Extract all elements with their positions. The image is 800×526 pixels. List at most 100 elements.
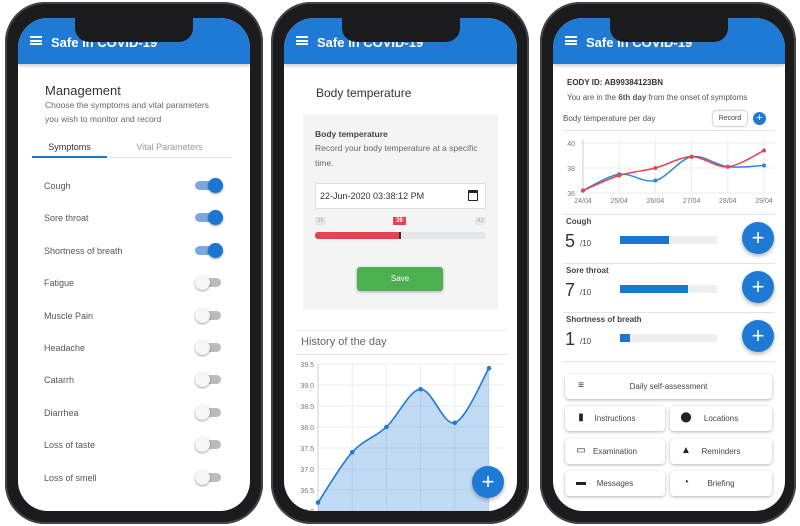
- symptom-score: 1: [565, 329, 576, 349]
- series-line: [582, 149, 765, 192]
- page-title: Management: [45, 83, 121, 98]
- symptom-label: Loss of smell: [44, 472, 97, 483]
- symptom-name: Sore throat: [566, 266, 609, 275]
- temperature-slider[interactable]: [315, 232, 486, 239]
- onset-prefix: You are in the: [567, 93, 619, 102]
- eody-id: EODY ID: AB99384123BN: [567, 78, 663, 87]
- symptom-toggle[interactable]: [195, 275, 223, 291]
- toggle-knob: [208, 242, 223, 258]
- button-label: Daily self-assessment: [629, 382, 708, 391]
- datetime-input[interactable]: 22-Jun-2020 03:38:12 PM: [315, 183, 486, 209]
- temperature-per-day-chart: 40 38 3624/04 25/04 26/04 27/04 28/04 29/04: [567, 139, 775, 205]
- data-point: [315, 500, 321, 505]
- page-title: Body temperature: [316, 86, 412, 100]
- tab-label: Symptoms: [48, 142, 91, 152]
- severity-bar-fill: [620, 285, 688, 293]
- data-point: [418, 386, 423, 392]
- symptom-toggle[interactable]: [195, 210, 223, 226]
- data-point: [452, 420, 458, 426]
- y-tick-label: 37.0: [300, 467, 314, 474]
- x-tick-label: 25/04: [610, 198, 628, 205]
- symptom-label: Diarrhea: [44, 407, 79, 418]
- add-symptom-record-button[interactable]: +: [742, 222, 774, 254]
- add-symptom-record-button[interactable]: +: [742, 271, 774, 303]
- page-description-2: you wish to monitor and record: [45, 114, 162, 124]
- onset-suffix: from the onset of symptoms: [646, 93, 748, 102]
- button-label: Messages: [596, 479, 634, 488]
- button-label: Examination: [592, 447, 638, 456]
- y-tick-label: 40: [567, 141, 575, 148]
- symptom-toggle[interactable]: [195, 437, 223, 453]
- screen-management: Safe in COVID-19 Management Choose the s…: [18, 18, 250, 511]
- severity-bar: [620, 334, 717, 342]
- symptom-toggle[interactable]: [195, 242, 223, 258]
- toggle-knob: [195, 404, 210, 420]
- data-point: [725, 164, 730, 169]
- hamburger-menu-icon[interactable]: [30, 36, 42, 45]
- card-description: Record your body temperature at a specif…: [315, 143, 478, 153]
- briefing-button[interactable]: ◔ Briefing: [670, 471, 772, 496]
- divider: [563, 361, 775, 362]
- phone-notch: [610, 18, 728, 42]
- phone-frame-management: Safe in COVID-19 Management Choose the s…: [5, 2, 263, 524]
- data-point: [762, 163, 766, 168]
- reminders-button[interactable]: ▲ Reminders: [670, 439, 772, 464]
- tab-label: Vital Parameters: [136, 142, 203, 152]
- button-label: Locations: [703, 414, 739, 423]
- button-label: Briefing: [707, 479, 735, 488]
- severity-bar: [620, 285, 717, 293]
- toggle-knob: [195, 372, 210, 388]
- chart-title: Body temperature per day: [563, 114, 656, 123]
- phone-frame-temperature: Safe in COVID-19 Body temperature Body t…: [271, 2, 529, 524]
- datetime-value: 22-Jun-2020 03:38:12 PM: [320, 191, 425, 201]
- hamburger-menu-icon[interactable]: [565, 36, 577, 45]
- symptom-score-max: /10: [580, 337, 592, 346]
- messages-button[interactable]: ▬ Messages: [565, 471, 665, 496]
- button-label: Reminders: [701, 447, 741, 456]
- divider: [563, 214, 775, 215]
- onset-day: 6th day: [618, 93, 647, 102]
- x-tick-label: 28/04: [719, 198, 737, 205]
- symptom-label: Catarrh: [44, 375, 75, 386]
- tab-symptoms[interactable]: Symptoms: [32, 142, 107, 158]
- slider-min-label: 36: [315, 217, 326, 225]
- tab-vital-parameters[interactable]: Vital Parameters: [107, 142, 232, 158]
- symptom-toggle[interactable]: [195, 469, 223, 485]
- card-title: Body temperature: [315, 129, 388, 139]
- symptom-name: Cough: [566, 217, 592, 226]
- symptom-toggle[interactable]: [195, 178, 223, 193]
- slider-max-label: 42: [475, 217, 486, 225]
- divider: [296, 354, 507, 355]
- x-tick-label: 26/04: [647, 198, 665, 205]
- examination-button[interactable]: ▭ Examination: [565, 439, 665, 464]
- symptom-label: Headache: [44, 343, 86, 353]
- symptom-toggle[interactable]: [195, 404, 223, 420]
- x-tick-label: 24/04: [574, 198, 592, 205]
- add-symptom-record-button[interactable]: +: [742, 320, 774, 352]
- locations-button[interactable]: ⬤ Locations: [670, 406, 772, 431]
- symptom-toggle[interactable]: [195, 307, 223, 323]
- button-label: Instructions: [594, 414, 636, 423]
- calendar-icon[interactable]: [468, 190, 478, 201]
- symptom-score-max: /10: [580, 239, 592, 248]
- divider: [563, 312, 775, 313]
- symptom-toggle[interactable]: [195, 372, 223, 388]
- daily-self-assessment-button[interactable]: ≡ Daily self-assessment: [565, 374, 772, 399]
- screen-temperature: Safe in COVID-19 Body temperature Body t…: [284, 18, 517, 511]
- toggle-knob: [195, 275, 210, 291]
- symptom-toggle[interactable]: [195, 340, 223, 355]
- symptom-score-max: /10: [580, 288, 592, 297]
- plus-icon: +: [481, 469, 495, 494]
- y-tick-label: 38.0: [300, 425, 314, 432]
- toggle-knob: [195, 340, 210, 355]
- hamburger-menu-icon[interactable]: [296, 36, 308, 45]
- instructions-button[interactable]: ▮ Instructions: [565, 406, 665, 431]
- eody-label: EODY ID:: [567, 78, 603, 87]
- save-button[interactable]: Save: [357, 267, 443, 291]
- y-tick-label: 36.0: [300, 509, 314, 511]
- add-record-plus-icon[interactable]: +: [753, 112, 766, 125]
- record-button[interactable]: Record: [713, 111, 747, 126]
- add-fab-button[interactable]: +: [472, 466, 504, 498]
- divider: [296, 330, 507, 331]
- y-tick-label: 39.0: [300, 383, 314, 390]
